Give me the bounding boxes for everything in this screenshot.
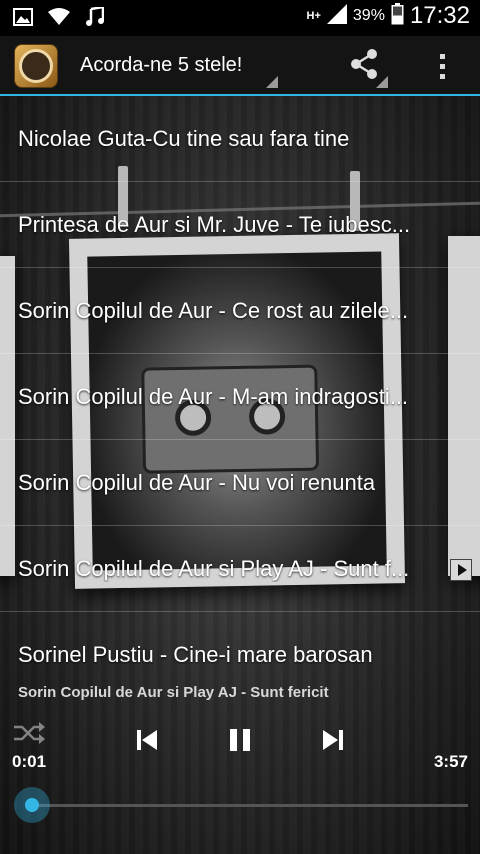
hplus-data-icon: H+ [306, 9, 321, 22]
wifi-icon [48, 7, 70, 27]
previous-icon [137, 730, 157, 750]
seek-thumb[interactable] [13, 787, 50, 823]
elapsed-time: 0:01 [12, 752, 47, 771]
song-title: Printesa de Aur si Mr. Juve - Te iubesc.… [18, 211, 411, 237]
next-button[interactable] [316, 722, 350, 758]
song-title: Sorin Copilul de Aur - M-am indragosti..… [18, 383, 409, 409]
spinner-indicator-icon [266, 76, 278, 88]
list-item[interactable]: Sorin Copilul de Aur - Ce rost au zilele… [0, 268, 480, 354]
next-icon [323, 730, 343, 750]
now-playing-icon [450, 559, 472, 581]
list-item-playing[interactable]: Sorin Copilul de Aur si Play AJ - Sunt f… [0, 526, 480, 612]
action-bar: Acorda-ne 5 stele! [0, 36, 480, 94]
list-item[interactable]: Sorin Copilul de Aur - Nu voi renunta [0, 440, 480, 526]
previous-button[interactable] [130, 722, 164, 758]
song-title: Sorin Copilul de Aur - Ce rost au zilele… [18, 297, 409, 323]
song-list[interactable]: Nicolae Guta-Cu tine sau fara tine Print… [0, 96, 480, 676]
seek-track [30, 804, 468, 807]
gallery-icon [12, 7, 34, 27]
share-button[interactable] [344, 44, 388, 88]
battery-icon [391, 2, 404, 30]
now-playing-title: Sorin Copilul de Aur si Play AJ - Sunt f… [18, 684, 329, 701]
share-icon [351, 49, 388, 88]
total-time: 3:57 [433, 752, 468, 771]
status-bar: H+ 39% 17:32 [0, 0, 480, 36]
pause-button[interactable] [222, 722, 258, 758]
song-title: Sorinel Pustiu - Cine-i mare barosan [18, 642, 373, 667]
app-title: Acorda-ne 5 stele! [80, 54, 243, 76]
song-title: Sorin Copilul de Aur si Play AJ - Sunt f… [18, 555, 410, 581]
seek-bar[interactable] [12, 786, 468, 826]
music-note-icon [84, 7, 106, 27]
list-item[interactable]: Sorin Copilul de Aur - M-am indragosti..… [0, 354, 480, 440]
overflow-menu-button[interactable] [424, 44, 460, 88]
shuffle-button[interactable] [12, 721, 46, 745]
overflow-menu-icon [439, 53, 445, 59]
app-logo-icon[interactable] [14, 44, 58, 88]
list-item[interactable]: Nicolae Guta-Cu tine sau fara tine [0, 96, 480, 182]
clock: 17:32 [409, 2, 470, 29]
battery-percent: 39% [352, 7, 385, 24]
signal-icon [326, 3, 347, 29]
pause-icon [230, 729, 250, 751]
song-title: Sorin Copilul de Aur - Nu voi renunta [18, 469, 376, 495]
list-item[interactable]: Printesa de Aur si Mr. Juve - Te iubesc.… [0, 182, 480, 268]
title-spinner[interactable]: Acorda-ne 5 stele! [66, 36, 280, 94]
song-title: Nicolae Guta-Cu tine sau fara tine [18, 125, 350, 151]
shuffle-icon [14, 722, 45, 744]
